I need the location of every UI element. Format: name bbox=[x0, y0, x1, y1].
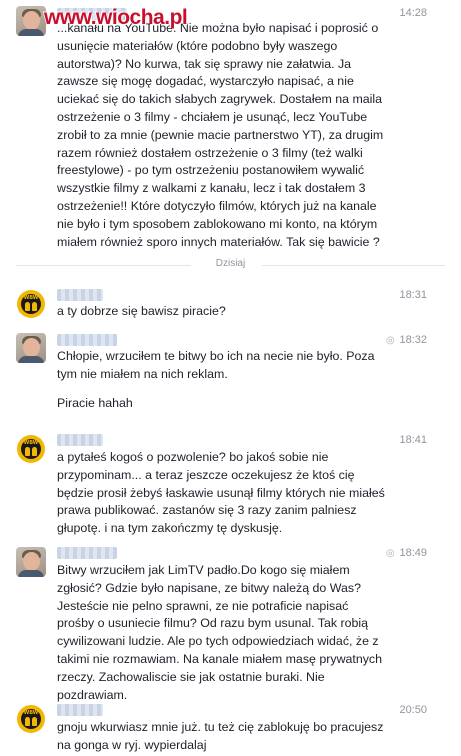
person-photo-avatar[interactable] bbox=[16, 333, 46, 363]
message-time: 14:28 bbox=[399, 7, 427, 19]
message-text: a ty dobrze się bawisz piracie? bbox=[57, 303, 387, 321]
wbw-logo-avatar[interactable]: WBW bbox=[16, 289, 46, 319]
sender-name-blurred[interactable] bbox=[57, 434, 103, 446]
watermark-logo: www.wiocha.pl bbox=[44, 6, 188, 29]
wbw-logo-avatar[interactable]: WBW bbox=[16, 704, 46, 734]
message-time: 18:31 bbox=[399, 289, 427, 301]
person-photo-avatar[interactable] bbox=[16, 547, 46, 577]
message-text: a pytałeś kogoś o pozwolenie? bo jakoś s… bbox=[57, 449, 387, 538]
message-text: gnoju wkurwiasz mnie już. tu też cię zab… bbox=[57, 719, 387, 755]
check-icon: ◎ bbox=[386, 548, 395, 559]
wbw-logo-avatar[interactable]: WBW bbox=[16, 434, 46, 464]
sender-name-blurred[interactable] bbox=[57, 334, 117, 346]
message-paragraph: Chłopie, wrzuciłem te bitwy bo ich na ne… bbox=[57, 349, 375, 381]
message-time: 18:41 bbox=[399, 434, 427, 446]
message-time: 20:50 bbox=[399, 704, 427, 716]
message-time: 18:32 bbox=[399, 334, 427, 346]
sender-name-blurred[interactable] bbox=[57, 704, 103, 716]
message-time: 18:49 bbox=[399, 547, 427, 559]
message-text: Bitwy wrzuciłem jak LimTV padło.Do kogo … bbox=[57, 562, 387, 704]
message-paragraph: a ty dobrze się bawisz piracie? bbox=[57, 304, 226, 318]
message-paragraph: Piracie hahah bbox=[57, 395, 133, 410]
sender-name-blurred[interactable] bbox=[57, 547, 117, 559]
check-icon: ◎ bbox=[386, 335, 395, 346]
message-text: Chłopie, wrzuciłem te bitwy bo ich na ne… bbox=[57, 348, 387, 412]
message-paragraph: ...kanału na YouTube. Nie można było nap… bbox=[57, 21, 384, 249]
date-divider: Dzisiaj bbox=[0, 258, 461, 272]
message-text: ...kanału na YouTube. Nie można było nap… bbox=[57, 20, 387, 251]
message-paragraph: gnoju wkurwiasz mnie już. tu też cię zab… bbox=[57, 720, 384, 752]
message-paragraph: a pytałeś kogoś o pozwolenie? bo jakoś s… bbox=[57, 450, 385, 536]
message-paragraph: Bitwy wrzuciłem jak LimTV padło.Do kogo … bbox=[57, 563, 383, 702]
sender-name-blurred[interactable] bbox=[57, 289, 103, 301]
person-photo-avatar[interactable] bbox=[16, 6, 46, 36]
date-divider-label: Dzisiaj bbox=[215, 258, 246, 269]
